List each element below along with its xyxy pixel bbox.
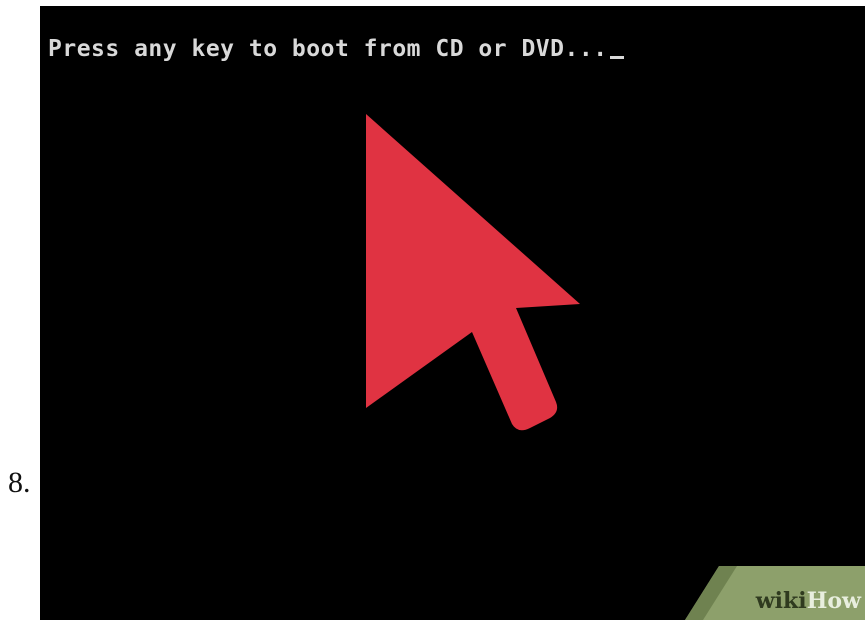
watermark-text: wikiHow — [756, 590, 861, 612]
wikihow-watermark: wikiHow — [685, 566, 865, 620]
boot-screen: Press any key to boot from CD or DVD... … — [40, 6, 865, 620]
watermark-how: How — [806, 588, 861, 614]
watermark-wiki: wiki — [755, 588, 807, 614]
boot-message: Press any key to boot from CD or DVD... — [48, 36, 608, 62]
text-cursor-icon — [609, 56, 624, 59]
wikihow-step-image: 8. Press any key to boot from CD or DVD.… — [0, 0, 865, 620]
boot-prompt-line: Press any key to boot from CD or DVD... — [48, 38, 624, 61]
red-arrow-pointer-icon — [366, 114, 580, 431]
step-number: 8. — [8, 466, 31, 499]
